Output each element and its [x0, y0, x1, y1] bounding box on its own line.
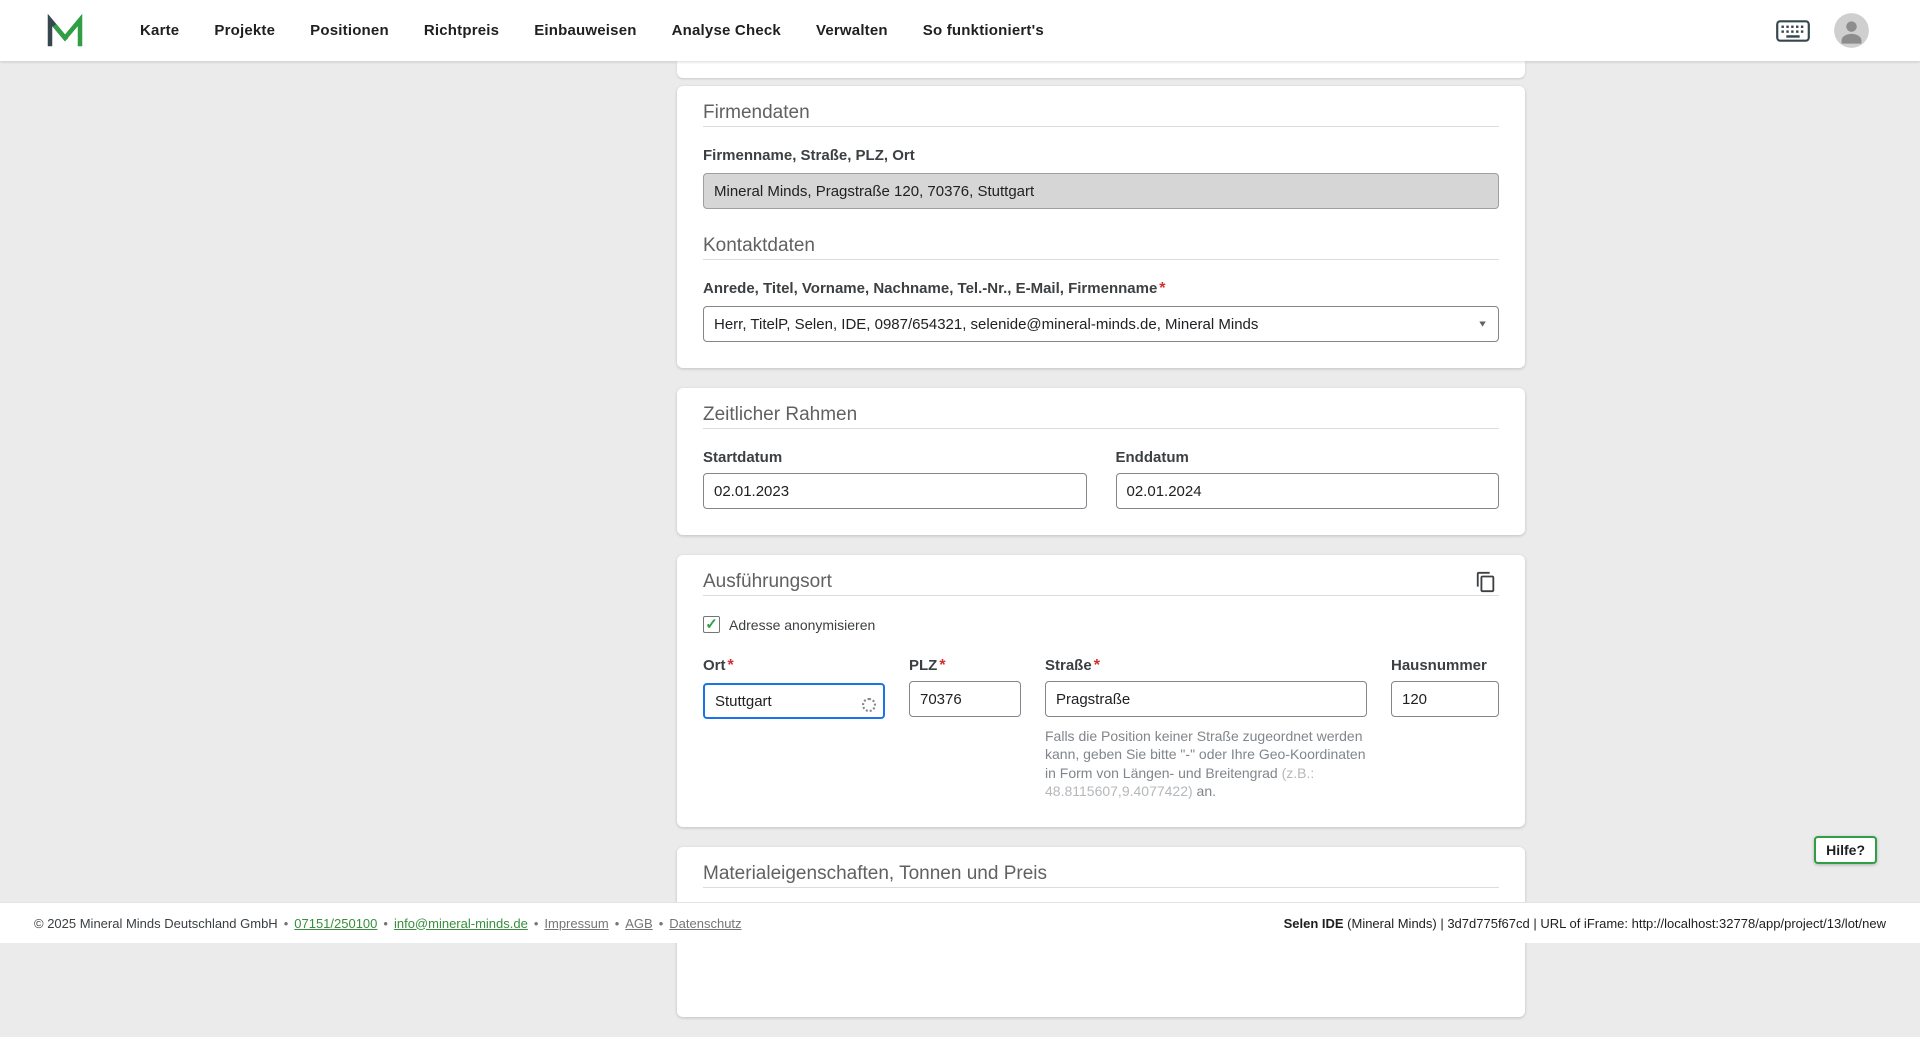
separator-dot: •	[659, 916, 664, 931]
nav-projekte[interactable]: Projekte	[214, 22, 275, 39]
logo-icon	[45, 11, 85, 51]
nav-so-funktionierts[interactable]: So funktioniert's	[923, 22, 1044, 39]
avatar[interactable]	[1834, 13, 1869, 48]
card-ausfuehrungsort: Ausführungsort ✓ Adresse anonymisieren O…	[677, 555, 1525, 827]
firma-input[interactable]	[703, 173, 1499, 209]
logo[interactable]	[44, 10, 86, 52]
footer: © 2025 Mineral Minds Deutschland GmbH • …	[0, 902, 1920, 943]
strasse-hint-main: Falls die Position keiner Straße zugeord…	[1045, 728, 1365, 781]
keyboard-icon[interactable]	[1776, 20, 1810, 42]
email-link[interactable]: info@mineral-minds.de	[394, 916, 528, 931]
strasse-hint: Falls die Position keiner Straße zugeord…	[1045, 727, 1367, 801]
separator-dot: •	[615, 916, 620, 931]
ort-input[interactable]	[703, 683, 885, 719]
section-title-kontaktdaten: Kontaktdaten	[703, 233, 1499, 259]
card-firmendaten: Firmendaten Firmenname, Straße, PLZ, Ort…	[677, 86, 1525, 368]
copy-icon[interactable]	[1473, 569, 1499, 595]
firma-label: Firmenname, Straße, PLZ, Ort	[703, 147, 915, 164]
separator-dot: •	[534, 916, 539, 931]
nav-richtpreis[interactable]: Richtpreis	[424, 22, 499, 39]
kontakt-label-row: Anrede, Titel, Vorname, Nachname, Tel.-N…	[703, 280, 1499, 298]
anonymisieren-label: Adresse anonymisieren	[729, 617, 875, 633]
section-title-firmendaten: Firmendaten	[703, 100, 1499, 126]
plz-field: PLZ*	[909, 657, 1021, 719]
form-column: Firmendaten Firmenname, Straße, PLZ, Ort…	[677, 61, 1525, 1037]
phone-link[interactable]: 07151/250100	[294, 916, 377, 931]
section-title-ausfuehrungsort: Ausführungsort	[703, 569, 832, 595]
required-asterisk: *	[939, 657, 945, 674]
impressum-link[interactable]: Impressum	[544, 916, 608, 931]
hausnummer-label: Hausnummer	[1391, 657, 1487, 674]
nav-karte[interactable]: Karte	[140, 22, 179, 39]
kontakt-select[interactable]: Herr, TitelP, Selen, IDE, 0987/654321, s…	[703, 306, 1499, 342]
main-menu: Karte Projekte Positionen Richtpreis Ein…	[140, 22, 1044, 39]
strasse-label: Straße	[1045, 657, 1092, 674]
footer-right: Selen IDE (Mineral Minds) | 3d7d775f67cd…	[1284, 916, 1886, 931]
nav-right-tools	[1776, 13, 1869, 48]
section-title-zeitraum: Zeitlicher Rahmen	[703, 402, 1499, 428]
enddatum-label: Enddatum	[1116, 449, 1189, 466]
section-title-material: Materialeigenschaften, Tonnen und Preis	[703, 861, 1499, 887]
strasse-field: Straße*	[1045, 657, 1367, 719]
top-nav: Karte Projekte Positionen Richtpreis Ein…	[0, 0, 1920, 61]
date-fields: Startdatum Enddatum	[703, 449, 1499, 509]
separator-dot: •	[383, 916, 388, 931]
required-asterisk: *	[1159, 280, 1165, 297]
required-asterisk: *	[1094, 657, 1100, 674]
loading-spinner-icon	[862, 698, 876, 712]
ort-label: Ort	[703, 657, 726, 674]
enddatum-input[interactable]	[1116, 473, 1500, 509]
address-fields: Ort* PLZ* Straße* Hausnummer Falls die P…	[703, 657, 1499, 801]
agb-link[interactable]: AGB	[625, 916, 652, 931]
strasse-input[interactable]	[1045, 681, 1367, 717]
datenschutz-link[interactable]: Datenschutz	[669, 916, 741, 931]
ort-field: Ort*	[703, 657, 885, 719]
plz-input[interactable]	[909, 681, 1021, 717]
plz-label: PLZ	[909, 657, 937, 674]
divider	[703, 595, 1499, 596]
session-info: (Mineral Minds) | 3d7d775f67cd | URL of …	[1344, 916, 1886, 931]
hausnummer-field: Hausnummer	[1391, 657, 1499, 719]
separator-dot: •	[284, 916, 289, 931]
divider	[703, 887, 1499, 888]
divider	[703, 259, 1499, 260]
copyright-text: © 2025 Mineral Minds Deutschland GmbH	[34, 916, 278, 931]
chevron-down-icon: ▼	[1477, 319, 1488, 329]
check-icon: ✓	[705, 617, 718, 632]
startdatum-label: Startdatum	[703, 449, 782, 466]
strasse-hint-end: an.	[1193, 783, 1216, 799]
nav-einbauweisen[interactable]: Einbauweisen	[534, 22, 636, 39]
required-asterisk: *	[728, 657, 734, 674]
divider	[703, 126, 1499, 127]
ort-input-wrap	[703, 683, 885, 719]
anonymisieren-checkbox[interactable]: ✓	[703, 616, 720, 633]
session-user: Selen IDE	[1284, 916, 1344, 931]
startdatum-field: Startdatum	[703, 449, 1087, 509]
startdatum-input[interactable]	[703, 473, 1087, 509]
anonymisieren-row: ✓ Adresse anonymisieren	[703, 616, 1499, 633]
previous-card-bottom	[677, 61, 1525, 78]
nav-verwalten[interactable]: Verwalten	[816, 22, 888, 39]
kontakt-label: Anrede, Titel, Vorname, Nachname, Tel.-N…	[703, 280, 1157, 297]
footer-left: © 2025 Mineral Minds Deutschland GmbH • …	[34, 916, 742, 931]
ausfuehrungsort-header: Ausführungsort	[703, 569, 1499, 595]
card-zeitlicher-rahmen: Zeitlicher Rahmen Startdatum Enddatum	[677, 388, 1525, 535]
nav-analyse-check[interactable]: Analyse Check	[672, 22, 781, 39]
nav-positionen[interactable]: Positionen	[310, 22, 389, 39]
hilfe-button[interactable]: Hilfe?	[1814, 836, 1877, 864]
divider	[703, 428, 1499, 429]
hausnummer-input[interactable]	[1391, 681, 1499, 717]
enddatum-field: Enddatum	[1116, 449, 1500, 509]
kontakt-select-value: Herr, TitelP, Selen, IDE, 0987/654321, s…	[714, 316, 1258, 333]
